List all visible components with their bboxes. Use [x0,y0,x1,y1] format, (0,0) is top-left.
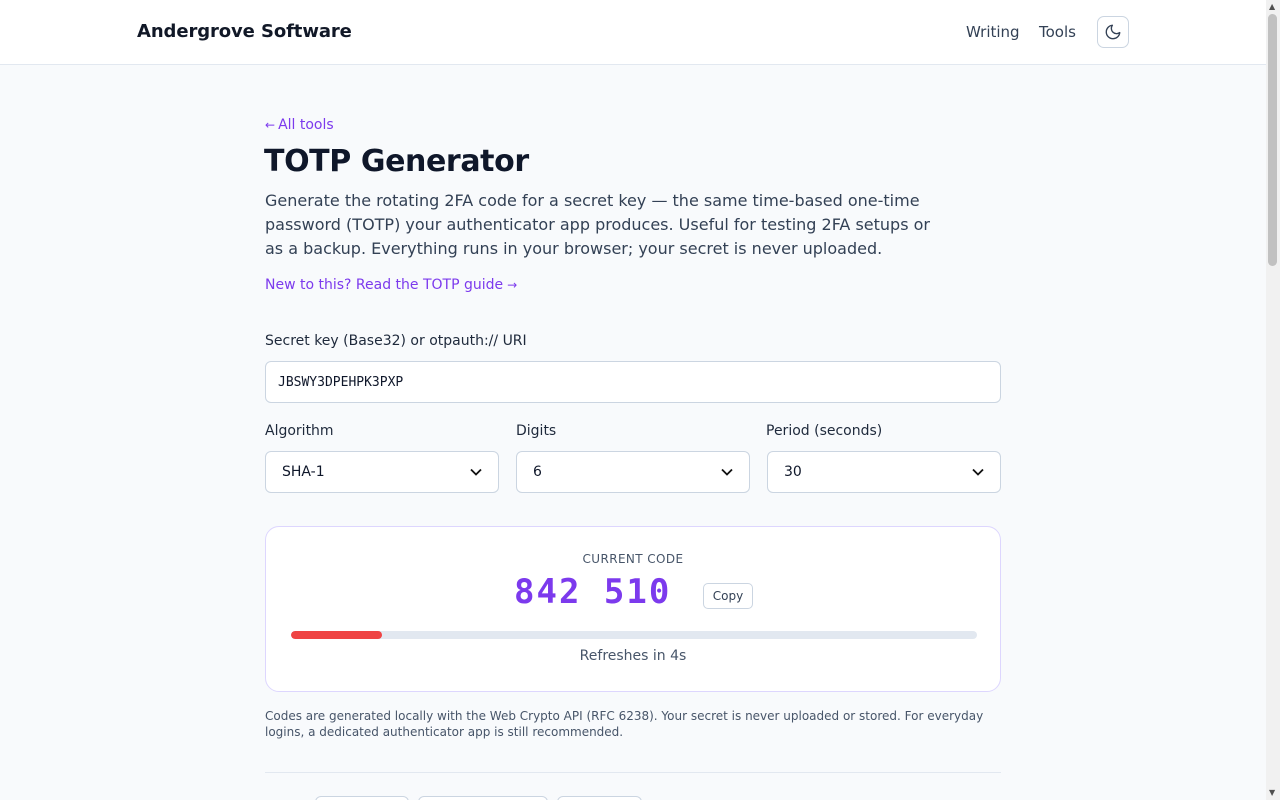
chevron-down-icon [972,466,984,479]
back-to-tools-link[interactable]: ← All tools [265,117,334,133]
algorithm-value: SHA-1 [282,464,325,480]
copy-button[interactable]: Copy [703,583,753,609]
countdown-progress-fill [291,631,383,639]
back-link-label: All tools [278,117,334,133]
period-value: 30 [784,464,802,480]
algorithm-label: Algorithm [265,423,334,439]
partial-chip[interactable] [315,796,409,800]
current-code-card: CURRENT CODE 842 510 Copy Refreshes in 4… [265,526,1001,692]
nav-tools-link[interactable]: Tools [1039,23,1076,41]
digits-value: 6 [533,464,542,480]
brand-logo[interactable]: Andergrove Software [137,21,352,42]
current-code-label: CURRENT CODE [582,552,684,566]
scroll-up-icon[interactable]: ▲ [1269,2,1275,11]
scroll-down-icon[interactable]: ▼ [1269,788,1275,797]
nav-writing-link[interactable]: Writing [966,23,1020,41]
moon-icon [1105,24,1121,40]
algorithm-select[interactable]: SHA-1 [265,451,499,493]
digits-label: Digits [516,423,557,439]
period-label: Period (seconds) [766,423,883,439]
section-divider [265,772,1001,773]
secret-label: Secret key (Base32) or otpauth:// URI [265,333,527,349]
footnote: Codes are generated locally with the Web… [265,709,984,739]
chevron-down-icon [470,466,482,479]
arrow-left-icon: ← [265,118,276,132]
arrow-right-icon: → [507,278,518,292]
period-select[interactable]: 30 [767,451,1001,493]
theme-toggle-button[interactable] [1097,16,1129,48]
totp-code[interactable]: 842 510 [514,572,671,612]
partial-chip[interactable] [418,796,548,800]
partial-chip[interactable] [557,796,642,800]
top-navbar: Andergrove Software Writing Tools [0,0,1266,65]
chevron-down-icon [721,466,733,479]
page-title: TOTP Generator [264,144,529,179]
digits-select[interactable]: 6 [516,451,750,493]
page-intro: Generate the rotating 2FA code for a sec… [265,191,930,258]
scrollbar-thumb[interactable] [1268,14,1277,266]
guide-link-label: New to this? Read the TOTP guide [265,277,504,293]
secret-input[interactable] [265,361,1001,403]
refresh-countdown-text: Refreshes in 4s [579,648,687,664]
countdown-progress-bar [291,631,977,639]
totp-guide-link[interactable]: New to this? Read the TOTP guide → [265,277,517,293]
